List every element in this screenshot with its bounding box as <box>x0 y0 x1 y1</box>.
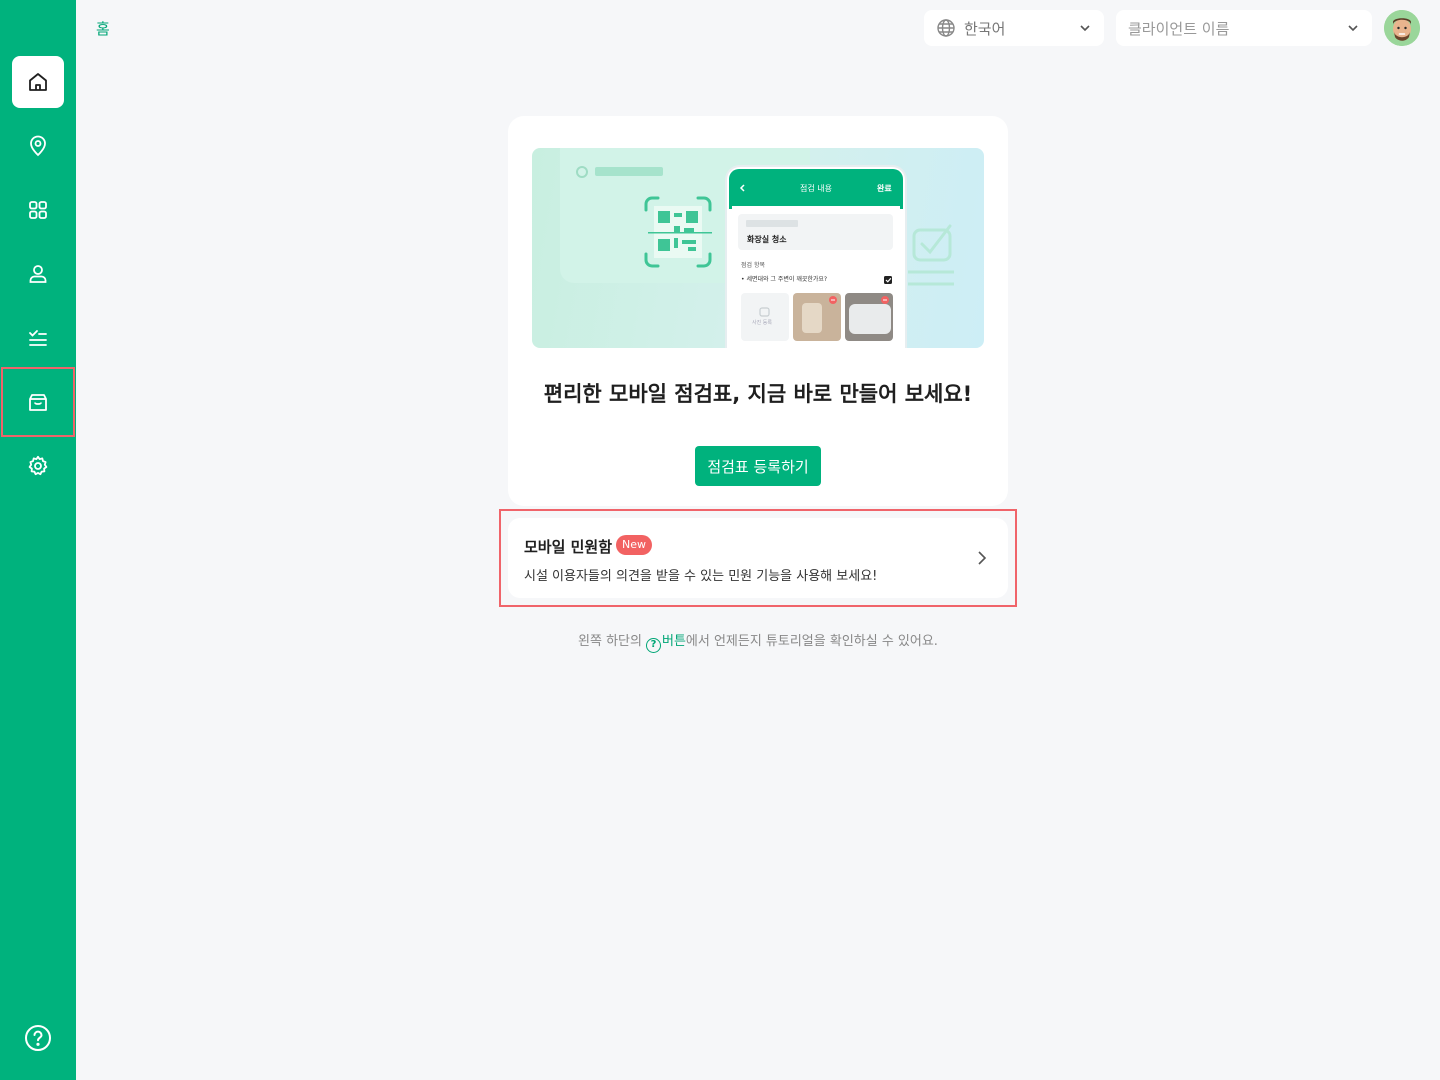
user-icon <box>29 265 47 283</box>
checklist-promo-card: 점검 내용 완료 화장실 청소 점검 항목 • 세면대와 그 주변이 깨끗한가요… <box>508 116 1008 506</box>
sidebar <box>0 0 76 1080</box>
grid-icon <box>29 201 47 219</box>
sidebar-item-settings[interactable] <box>12 440 64 492</box>
tip-accent: 버튼 <box>661 634 686 649</box>
home-icon <box>29 73 47 91</box>
sidebar-item-user[interactable] <box>12 248 64 300</box>
inbox-highlight-box <box>1 367 75 437</box>
sidebar-help-button[interactable] <box>24 1024 52 1052</box>
task-title: 화장실 청소 <box>747 235 787 244</box>
register-checklist-button[interactable]: 점검표 등록하기 <box>695 446 821 486</box>
tutorial-tip: 왼쪽 하단의? 버튼에서 언제든지 튜토리얼을 확인하실 수 있어요. <box>508 630 1008 653</box>
tip-prefix: 왼쪽 하단의 <box>578 634 642 649</box>
globe-icon <box>937 19 955 37</box>
checklist-icon <box>29 330 47 346</box>
chevron-down-icon <box>1348 25 1358 32</box>
avatar-face <box>1384 10 1420 46</box>
sidebar-item-home[interactable] <box>12 56 64 108</box>
card-title: 편리한 모바일 점검표, 지금 바로 만들어 보세요! <box>543 382 973 406</box>
sidebar-item-apps[interactable] <box>12 184 64 236</box>
breadcrumb[interactable]: 홈 <box>96 18 110 39</box>
tip-suffix: 에서 언제든지 튜토리얼을 확인하실 수 있어요. <box>685 634 938 649</box>
phone-done: 완료 <box>877 184 892 193</box>
language-value: 한국어 <box>964 19 1006 38</box>
sidebar-item-location[interactable] <box>12 120 64 172</box>
checklist-illustration: 점검 내용 완료 화장실 청소 점검 항목 • 세면대와 그 주변이 깨끗한가요… <box>532 148 984 348</box>
phone-title: 점검 내용 <box>800 184 832 193</box>
complaint-highlight-box <box>499 509 1017 607</box>
client-select[interactable]: 클라이언트 이름 <box>1116 10 1372 46</box>
section-label: 점검 항목 <box>741 262 765 269</box>
photo-label: 사진 등록 <box>752 320 772 326</box>
illustration-graphic <box>560 148 954 348</box>
language-select[interactable]: 한국어 <box>924 10 1104 46</box>
client-placeholder: 클라이언트 이름 <box>1128 19 1230 38</box>
gear-icon <box>28 455 48 476</box>
help-circle-icon <box>25 1025 51 1051</box>
help-icon-inline: ? <box>645 638 661 653</box>
avatar[interactable] <box>1384 10 1420 46</box>
sidebar-item-checklist[interactable] <box>12 312 64 364</box>
check-item: • 세면대와 그 주변이 깨끗한가요? <box>741 276 828 283</box>
chevron-down-icon <box>1080 25 1090 32</box>
map-pin-icon <box>30 135 46 157</box>
